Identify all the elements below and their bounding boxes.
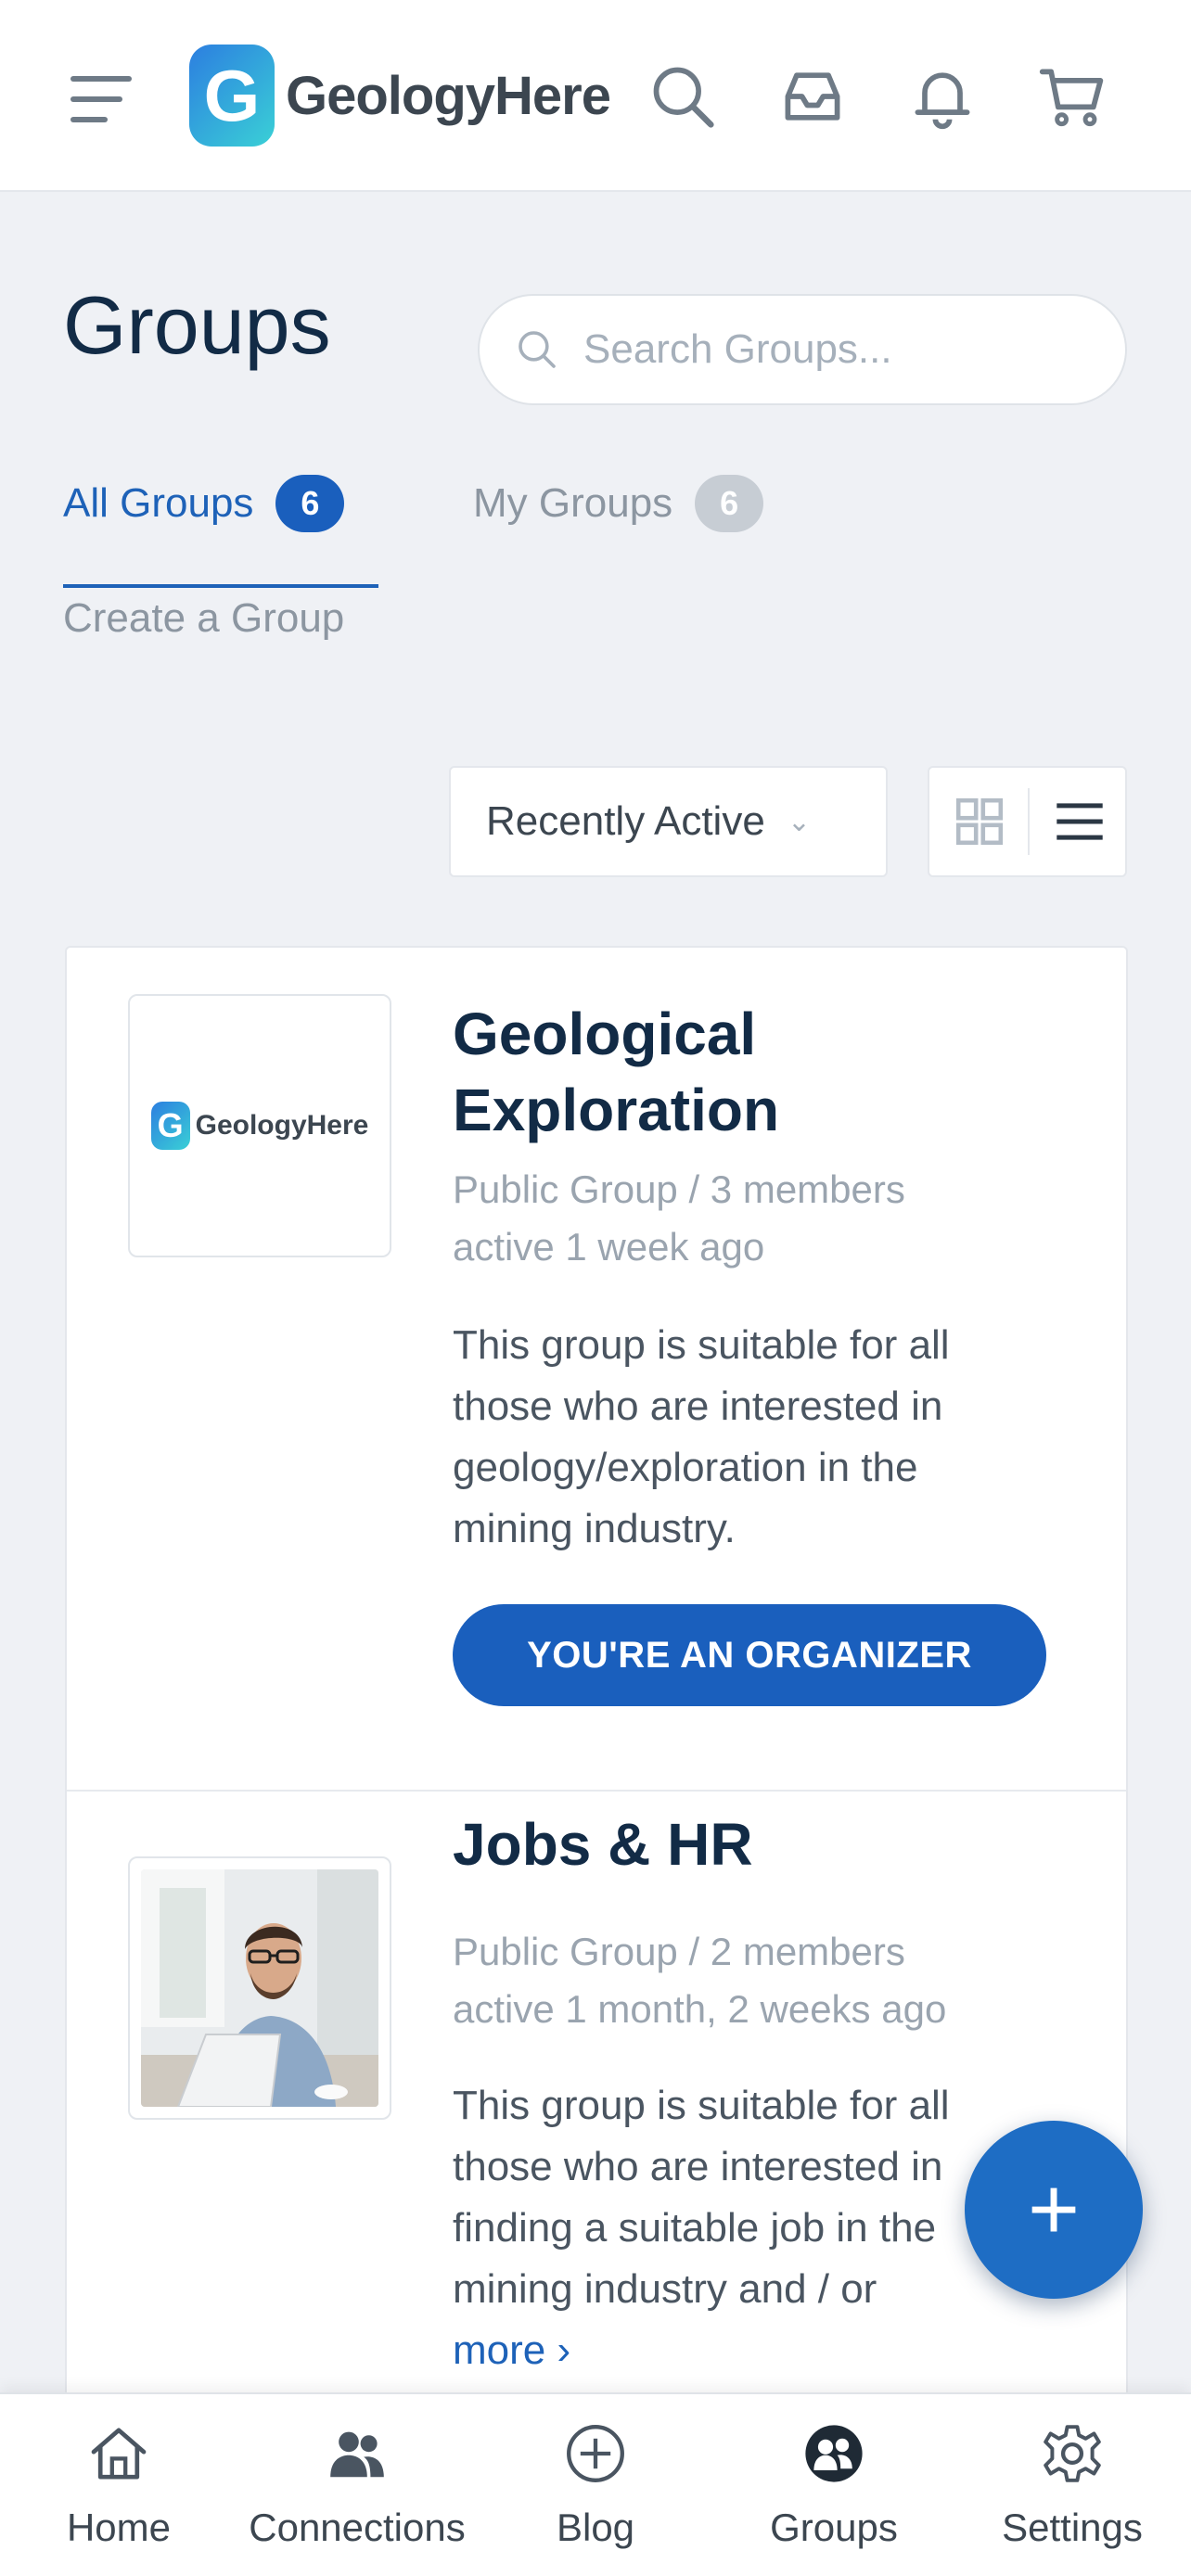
my-groups-count-badge: 6: [695, 475, 764, 532]
group-avatar[interactable]: [128, 1856, 391, 2120]
group-meta: Public Group / 2 members active 1 month,…: [453, 1923, 946, 2038]
organizer-button[interactable]: YOU'RE AN ORGANIZER: [453, 1604, 1046, 1706]
group-avatar[interactable]: G GeologyHere: [128, 994, 391, 1257]
group-description-text: This group is suitable for all those who…: [453, 2083, 950, 2312]
home-icon: [91, 2428, 147, 2480]
nav-item-blog[interactable]: Blog: [475, 2420, 716, 2550]
search-icon[interactable]: [647, 61, 718, 132]
nav-label-groups: Groups: [770, 2506, 898, 2549]
group-avatar-photo: [141, 1869, 378, 2107]
group-last-active: active 1 week ago: [453, 1225, 765, 1269]
cart-icon[interactable]: [1037, 61, 1108, 132]
view-toggle-divider: [1028, 788, 1030, 855]
group-description: This group is suitable for all those who…: [453, 2075, 1046, 2381]
active-tab-indicator: [63, 584, 378, 588]
chevron-down-icon: ⌄: [787, 806, 811, 837]
bottom-nav: Home Connections Blog Groups Settings: [0, 2392, 1191, 2576]
group-card[interactable]: G GeologyHere Geological Exploration Pub…: [67, 948, 1126, 1790]
sort-order-select[interactable]: Recently Active ⌄: [449, 766, 888, 877]
app-logo[interactable]: G GeologyHere: [189, 45, 611, 147]
nav-item-home[interactable]: Home: [0, 2420, 239, 2550]
search-icon: [519, 331, 556, 368]
all-groups-count-badge: 6: [275, 475, 345, 532]
group-title-line-1: Geological: [453, 1001, 757, 1067]
bell-icon[interactable]: [907, 61, 978, 132]
group-avatar-logo-mark: G: [150, 1102, 190, 1150]
nav-label-connections: Connections: [249, 2506, 466, 2549]
nav-item-groups[interactable]: Groups: [713, 2420, 954, 2550]
sort-order-value: Recently Active: [486, 798, 765, 844]
logo-mark: G: [189, 45, 275, 147]
inbox-icon[interactable]: [777, 61, 848, 132]
group-title[interactable]: Geological Exploration: [453, 996, 1083, 1148]
read-more-link[interactable]: more ›: [453, 2327, 570, 2373]
menu-icon[interactable]: [70, 76, 132, 124]
nav-item-connections[interactable]: Connections: [237, 2420, 478, 2550]
group-avatar-logo-text: GeologyHere: [195, 1110, 369, 1141]
settings-gear-icon: [1044, 2425, 1101, 2482]
group-search-input[interactable]: [583, 326, 1103, 373]
tab-my-groups[interactable]: My Groups 6: [473, 475, 764, 532]
nav-label-blog: Blog: [556, 2506, 635, 2549]
nav-label-settings: Settings: [1002, 2506, 1143, 2549]
create-group-link[interactable]: Create a Group: [63, 595, 344, 642]
group-meta: Public Group / 3 members active 1 week a…: [453, 1161, 905, 1276]
group-search-box[interactable]: [478, 294, 1127, 405]
nav-item-settings[interactable]: Settings: [952, 2420, 1191, 2550]
group-title[interactable]: Jobs & HR: [453, 1806, 1083, 1882]
tab-my-groups-label: My Groups: [473, 480, 673, 526]
create-group-fab[interactable]: +: [965, 2121, 1143, 2299]
page-title: Groups: [63, 279, 331, 371]
grid-view-icon[interactable]: [944, 786, 1015, 857]
group-type-members: Public Group / 3 members: [453, 1167, 905, 1211]
connections-icon: [330, 2431, 384, 2478]
group-avatar-logo: G GeologyHere: [150, 1102, 369, 1150]
app-header: G GeologyHere: [0, 0, 1191, 192]
group-title-line-2: Exploration: [453, 1077, 780, 1143]
groups-icon: [805, 2425, 863, 2482]
view-toggle: [928, 766, 1127, 877]
logo-text: GeologyHere: [286, 65, 611, 126]
group-type-members: Public Group / 2 members: [453, 1930, 905, 1973]
group-description: This group is suitable for all those who…: [453, 1322, 950, 1551]
nav-label-home: Home: [66, 2506, 172, 2549]
group-list: G GeologyHere Geological Exploration Pub…: [65, 946, 1128, 2576]
blog-plus-icon: [567, 2425, 624, 2482]
tab-all-groups-label: All Groups: [63, 480, 254, 526]
tab-all-groups[interactable]: All Groups 6: [63, 475, 345, 532]
group-last-active: active 1 month, 2 weeks ago: [453, 1987, 947, 2031]
list-view-icon[interactable]: [1044, 786, 1115, 857]
